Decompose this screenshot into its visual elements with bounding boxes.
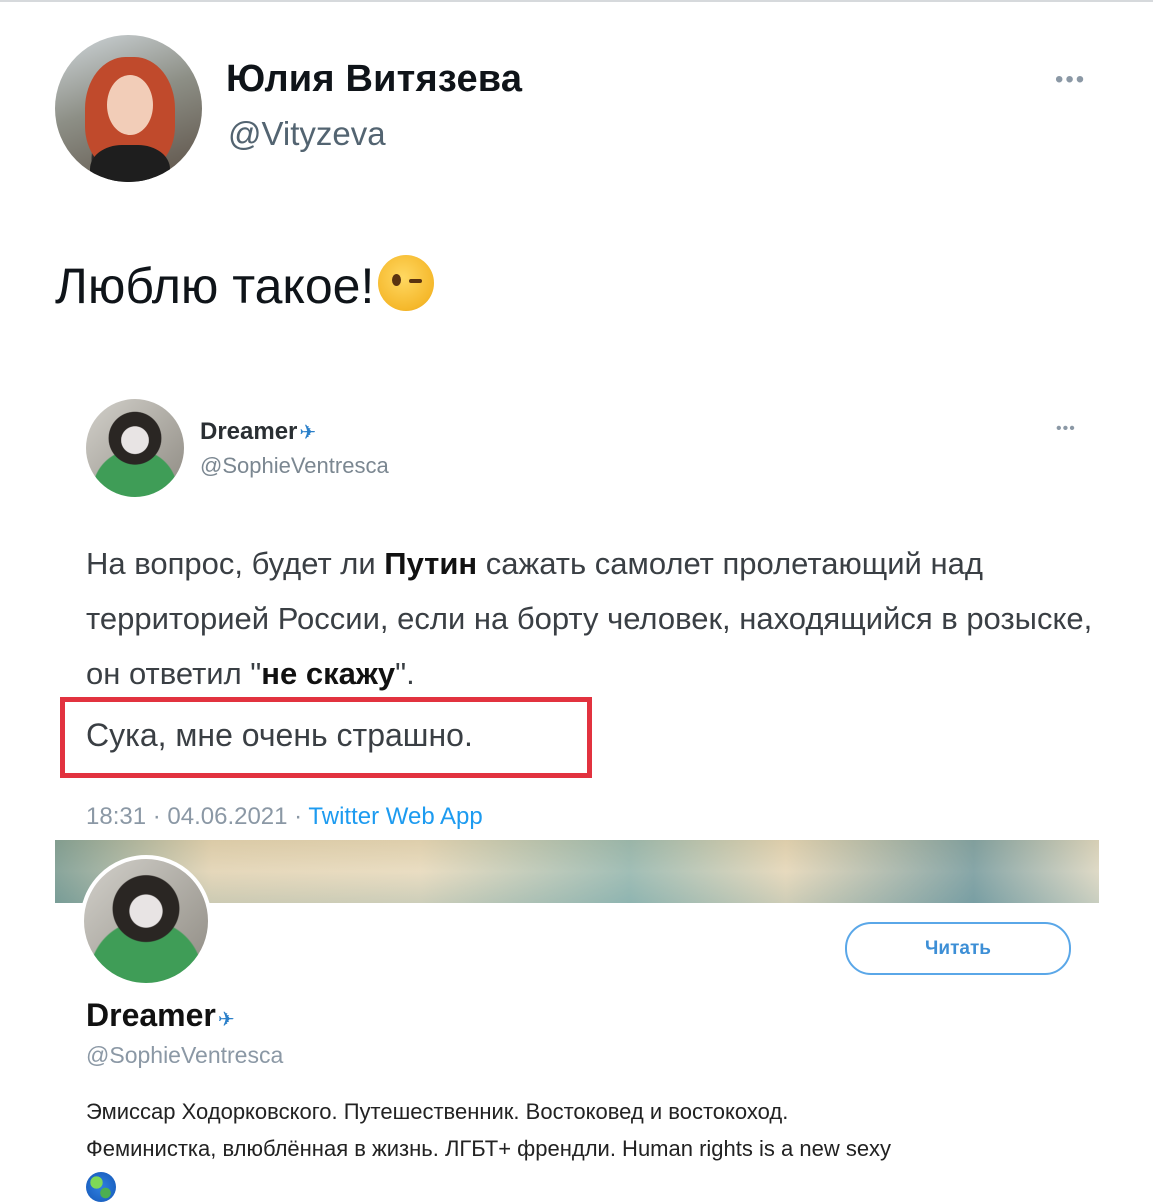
embedded-author-avatar xyxy=(86,399,184,497)
author-name[interactable]: Юлия Витязева xyxy=(226,58,522,101)
embedded-author-handle: @SophieVentresca xyxy=(200,453,389,478)
airplane-icon: ✈ xyxy=(217,1009,235,1031)
embedded-tweet-app: Twitter Web App xyxy=(308,803,483,830)
embedded-tweet-meta: 18:31 · 04.06.2021 · Twitter Web App xyxy=(86,803,483,831)
tweet-text: Люблю такое! xyxy=(55,255,435,315)
profile-bio: Эмиссар Ходорковского. Путешественник. В… xyxy=(86,1093,1096,1204)
airplane-icon: ✈ xyxy=(299,422,317,444)
embedded-tweet-time: 18:31 · 04.06.2021 · xyxy=(86,803,309,830)
embedded-more-dots-icon: ••• xyxy=(1056,420,1076,437)
tweet-text-content: Люблю такое! xyxy=(55,258,375,314)
profile-bio-line-1: Эмиссар Ходорковского. Путешественник. В… xyxy=(86,1099,789,1124)
follow-button: Читать xyxy=(845,922,1071,975)
top-divider xyxy=(0,0,1153,2)
profile-avatar xyxy=(80,855,212,987)
highlighted-line: Сука, мне очень страшно. xyxy=(86,717,473,753)
profile-banner xyxy=(55,840,1099,903)
author-handle[interactable]: @Vityzeva xyxy=(228,115,386,153)
globe-icon xyxy=(86,1172,116,1203)
embedded-author-name: Dreamer ✈ xyxy=(200,418,316,446)
profile-name-text: Dreamer xyxy=(86,997,216,1033)
profile-handle: @SophieVentresca xyxy=(86,1042,284,1068)
winking-face-icon xyxy=(378,255,435,311)
profile-name: Dreamer ✈ xyxy=(86,997,235,1034)
profile-bio-line-2: Феминистка, влюблённая в жизнь. ЛГБТ+ фр… xyxy=(86,1136,892,1161)
author-avatar[interactable] xyxy=(55,35,202,182)
embedded-tweet-body: На вопрос, будет ли Путин сажать самолет… xyxy=(86,546,1093,691)
more-dots-icon[interactable]: ••• xyxy=(1055,66,1086,94)
embedded-author-name-text: Dreamer xyxy=(200,418,298,445)
